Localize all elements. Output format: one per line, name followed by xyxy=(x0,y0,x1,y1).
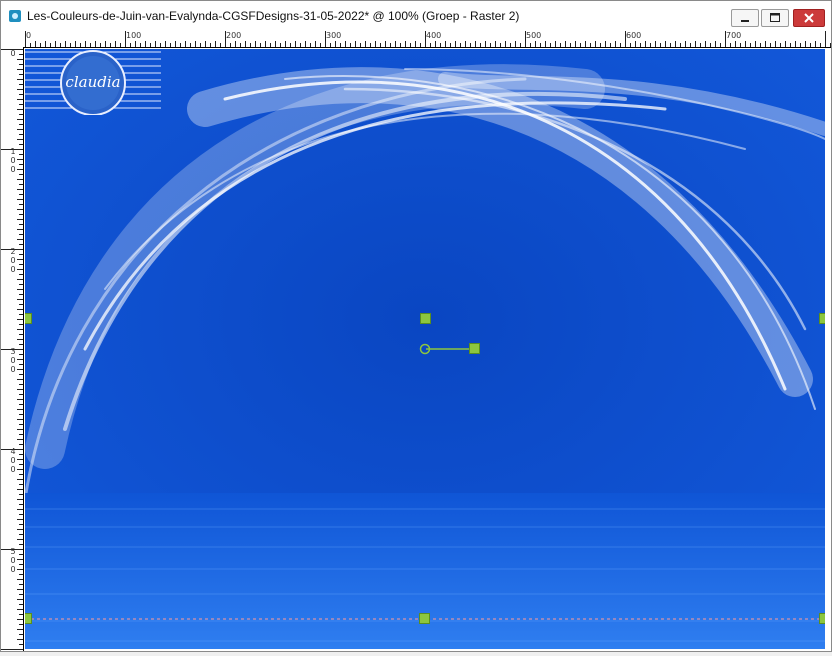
vruler-label-300: 300 xyxy=(10,347,16,374)
horizontal-ruler[interactable]: 0 100 200 300 400 500 600 700 xyxy=(23,31,831,48)
ruler-label-400: 400 xyxy=(426,31,442,40)
close-button[interactable] xyxy=(793,9,825,27)
vertical-ruler[interactable]: 0 100 200 300 400 500 xyxy=(1,47,24,651)
handle-bottom-right[interactable] xyxy=(819,613,825,624)
handle-right-middle[interactable] xyxy=(819,313,825,324)
ruler-label-0: 0 xyxy=(26,31,32,40)
image-canvas[interactable]: claudia xyxy=(25,49,825,649)
watermark-logo: claudia xyxy=(25,50,161,115)
handle-left-middle[interactable] xyxy=(25,313,32,324)
ruler-corner xyxy=(1,31,23,47)
minimize-icon xyxy=(741,20,749,22)
window-title: Les-Couleurs-de-Juin-van-Evalynda-CGSFDe… xyxy=(27,9,520,23)
vruler-label-200: 200 xyxy=(10,247,16,274)
maximize-button[interactable] xyxy=(761,9,789,27)
vruler-label-0: 0 xyxy=(10,49,16,58)
ruler-label-200: 200 xyxy=(226,31,242,40)
close-icon xyxy=(804,13,814,23)
app-icon xyxy=(9,10,21,22)
handle-bottom-center[interactable] xyxy=(419,613,430,624)
canvas-artwork xyxy=(25,49,825,649)
minimize-button[interactable] xyxy=(731,9,759,27)
rotation-handle[interactable] xyxy=(469,343,480,354)
vruler-label-400: 400 xyxy=(10,447,16,474)
sea-surface xyxy=(25,493,825,649)
document-window: Les-Couleurs-de-Juin-van-Evalynda-CGSFDe… xyxy=(0,0,832,652)
vruler-label-100: 100 xyxy=(10,147,16,174)
watermark-text: claudia xyxy=(65,73,120,91)
ruler-label-500: 500 xyxy=(526,31,542,40)
handle-center[interactable] xyxy=(420,313,431,324)
maximize-icon xyxy=(770,13,780,22)
ruler-label-100: 100 xyxy=(126,31,142,40)
handle-bottom-left[interactable] xyxy=(25,613,32,624)
vruler-label-500: 500 xyxy=(10,547,16,574)
title-bar[interactable]: Les-Couleurs-de-Juin-van-Evalynda-CGSFDe… xyxy=(1,1,831,32)
ruler-label-600: 600 xyxy=(626,31,642,40)
ruler-label-700: 700 xyxy=(726,31,742,40)
ruler-label-300: 300 xyxy=(326,31,342,40)
